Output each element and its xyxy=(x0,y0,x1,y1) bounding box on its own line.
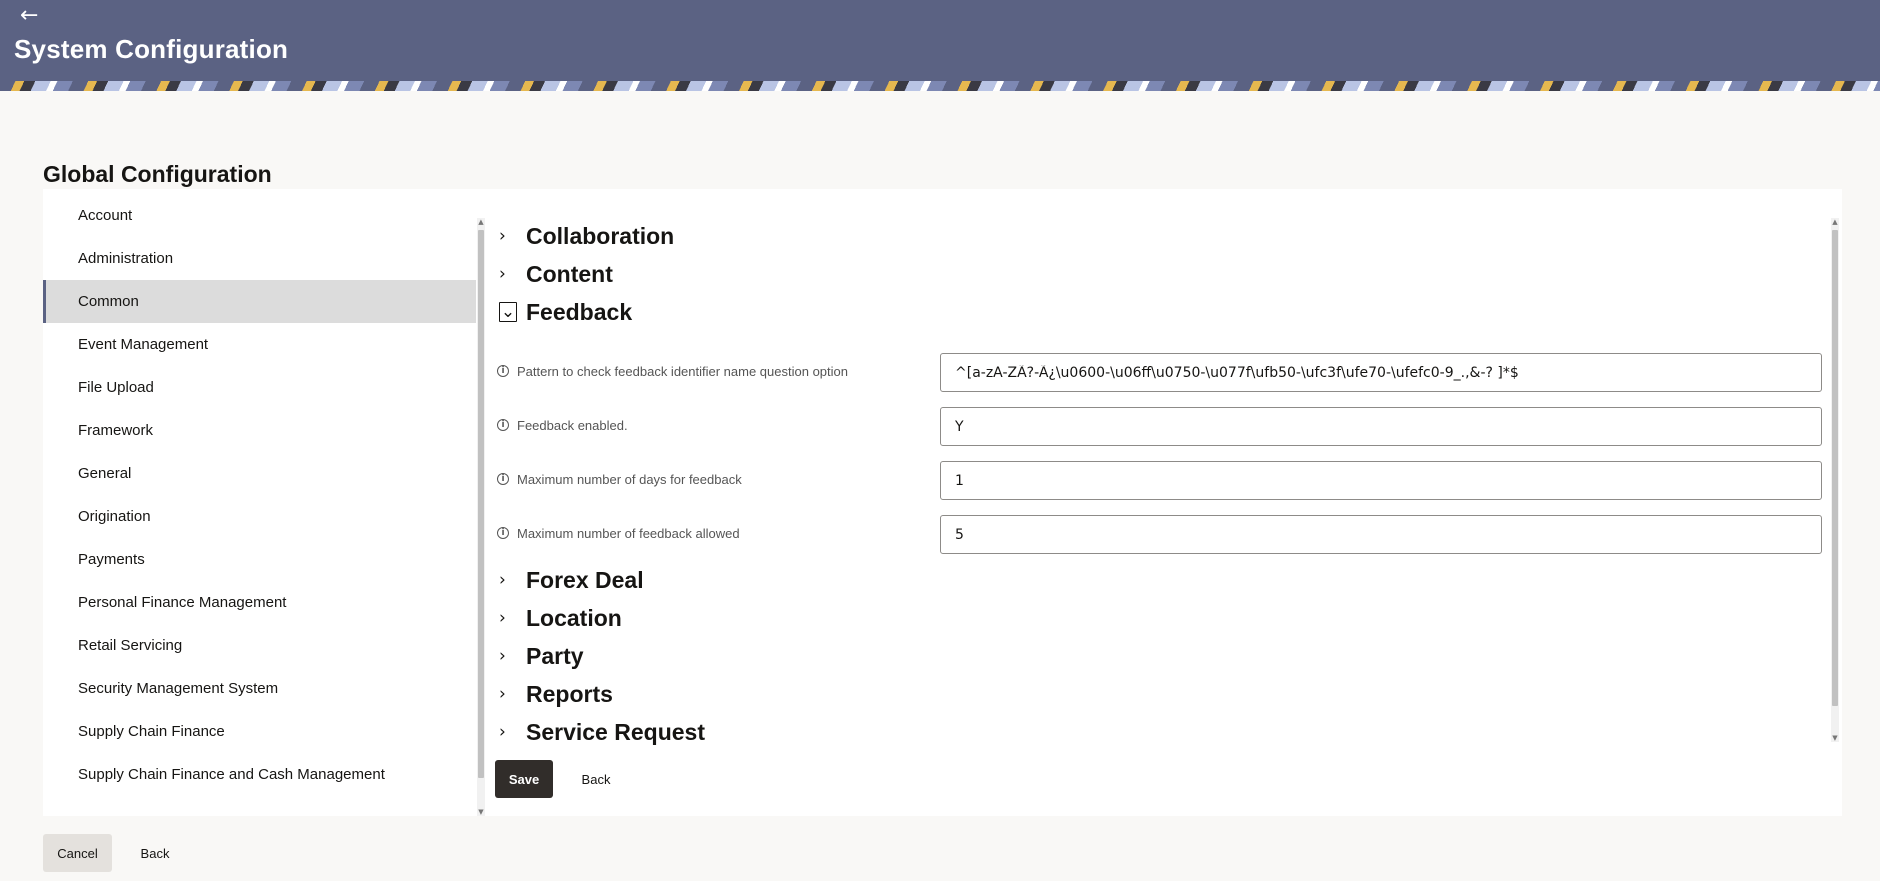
sidebar-item-administration[interactable]: Administration xyxy=(43,237,476,280)
sidebar-item-common[interactable]: Common xyxy=(43,280,476,323)
sidebar-item-supply-chain-finance[interactable]: Supply Chain Finance xyxy=(43,710,476,753)
cancel-button[interactable]: Cancel xyxy=(43,834,112,872)
configuration-panel: Account Administration Common Event Mana… xyxy=(43,189,1842,816)
scroll-up-icon[interactable]: ▲ xyxy=(1831,218,1839,226)
field-label-text: Feedback enabled. xyxy=(517,417,628,433)
section-label: Party xyxy=(526,642,584,669)
chevron-right-icon: › xyxy=(499,646,506,666)
sidebar-item-general[interactable]: General xyxy=(43,452,476,495)
sidebar-item-origination[interactable]: Origination xyxy=(43,495,476,538)
field-label-max-days: i Maximum number of days for feedback xyxy=(497,469,742,489)
chevron-right-icon: › xyxy=(499,226,506,246)
max-feedback-input[interactable] xyxy=(940,515,1822,554)
chevron-down-icon: ⌄ xyxy=(499,302,517,322)
section-reports[interactable]: › Reports xyxy=(499,677,613,711)
field-label-text: Maximum number of days for feedback xyxy=(517,471,742,487)
sidebar-item-label: Origination xyxy=(78,508,151,525)
section-service-request[interactable]: › Service Request xyxy=(499,715,705,749)
chevron-right-icon: › xyxy=(499,608,506,628)
sidebar-item-label: Security Management System xyxy=(78,680,279,697)
scroll-up-icon[interactable]: ▲ xyxy=(477,218,485,226)
app-title: System Configuration xyxy=(14,34,289,64)
section-collaboration[interactable]: › Collaboration xyxy=(499,219,674,253)
sidebar-item-label: Account xyxy=(78,207,133,224)
scroll-down-icon[interactable]: ▼ xyxy=(477,808,485,816)
section-label: Feedback xyxy=(526,298,633,325)
content-scrollbar-thumb[interactable] xyxy=(1832,230,1838,706)
field-label-feedback-enabled: i Feedback enabled. xyxy=(497,415,628,435)
section-forex-deal[interactable]: › Forex Deal xyxy=(499,563,644,597)
sidebar-item-label: Retail Servicing xyxy=(78,637,183,654)
sidebar-item-file-upload[interactable]: File Upload xyxy=(43,366,476,409)
field-label-text: Pattern to check feedback identifier nam… xyxy=(517,363,848,379)
sidebar-item-label: Payments xyxy=(78,551,145,568)
section-label: Reports xyxy=(526,680,613,707)
sidebar-item-event-management[interactable]: Event Management xyxy=(43,323,476,366)
pattern-input[interactable] xyxy=(940,353,1822,392)
chevron-right-icon: › xyxy=(499,570,506,590)
field-label-pattern: i Pattern to check feedback identifier n… xyxy=(497,361,848,381)
sidebar-item-framework[interactable]: Framework xyxy=(43,409,476,452)
sidebar-item-label: General xyxy=(78,465,132,482)
sidebar-item-label: Administration xyxy=(78,250,174,267)
section-label: Forex Deal xyxy=(526,566,644,593)
info-icon: i xyxy=(497,473,509,485)
field-label-text: Maximum number of feedback allowed xyxy=(517,525,740,541)
sidebar-item-supply-chain-finance-cash-management[interactable]: Supply Chain Finance and Cash Management xyxy=(43,753,476,796)
sidebar-item-account[interactable]: Account xyxy=(43,194,476,237)
content-scrollbar[interactable]: ▲ ▼ xyxy=(1831,218,1839,742)
chevron-right-icon: › xyxy=(499,684,506,704)
chevron-right-icon: › xyxy=(499,722,506,742)
feedback-enabled-input[interactable] xyxy=(940,407,1822,446)
page-title: Global Configuration xyxy=(43,161,272,187)
section-label: Content xyxy=(526,260,613,287)
app-header: ← System Configuration xyxy=(0,0,1880,81)
left-arrow-icon[interactable]: ← xyxy=(20,4,38,28)
sidebar-item-personal-finance-management[interactable]: Personal Finance Management xyxy=(43,581,476,624)
section-label: Location xyxy=(526,604,622,631)
section-location[interactable]: › Location xyxy=(499,601,622,635)
sidebar-item-retail-servicing[interactable]: Retail Servicing xyxy=(43,624,476,667)
sidebar-item-payments[interactable]: Payments xyxy=(43,538,476,581)
info-icon: i xyxy=(497,527,509,539)
sidebar-item-label: Common xyxy=(78,293,139,310)
sidebar-item-label: Supply Chain Finance and Cash Management xyxy=(78,766,385,783)
sidebar-nav: Account Administration Common Event Mana… xyxy=(43,189,476,816)
info-icon: i xyxy=(497,419,509,431)
section-label: Collaboration xyxy=(526,222,675,249)
sidebar-item-label: File Upload xyxy=(78,379,154,396)
sidebar-item-label: Personal Finance Management xyxy=(78,594,287,611)
section-label: Service Request xyxy=(526,718,705,745)
section-content[interactable]: › Content xyxy=(499,257,613,291)
chevron-right-icon: › xyxy=(499,264,506,284)
footer-back-button[interactable]: Back xyxy=(129,834,181,872)
max-days-input[interactable] xyxy=(940,461,1822,500)
field-label-max-feedback: i Maximum number of feedback allowed xyxy=(497,523,740,543)
sidebar-item-label: Event Management xyxy=(78,336,209,353)
section-feedback[interactable]: ⌄ Feedback xyxy=(499,295,632,329)
sidebar-item-label: Framework xyxy=(78,422,154,439)
save-button[interactable]: Save xyxy=(495,760,553,798)
section-party[interactable]: › Party xyxy=(499,639,584,673)
sidebar-item-label: Supply Chain Finance xyxy=(78,723,225,740)
sidebar-scrollbar-thumb[interactable] xyxy=(478,230,484,778)
scroll-down-icon[interactable]: ▼ xyxy=(1831,734,1839,742)
sidebar-item-security-management-system[interactable]: Security Management System xyxy=(43,667,476,710)
decorative-banner xyxy=(0,81,1880,91)
sidebar-scrollbar[interactable]: ▲ ▼ xyxy=(477,218,485,816)
back-button[interactable]: Back xyxy=(570,760,622,798)
info-icon: i xyxy=(497,365,509,377)
